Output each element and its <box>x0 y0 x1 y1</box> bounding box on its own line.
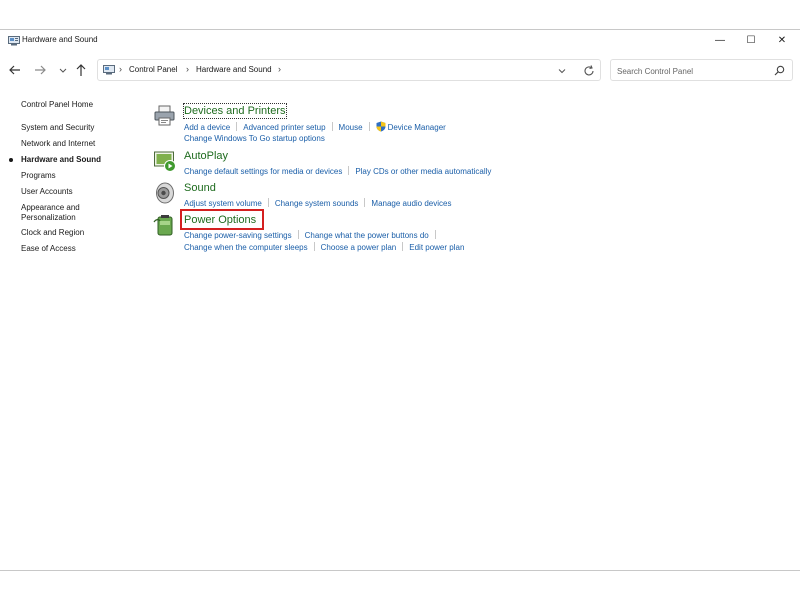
change-power-saving-settings-link[interactable]: Change power-saving settings <box>184 230 292 241</box>
control-panel-icon <box>8 36 20 46</box>
uac-shield-icon <box>376 121 386 132</box>
refresh-icon[interactable] <box>582 64 596 78</box>
forward-arrow-icon[interactable] <box>33 62 47 78</box>
sidebar-item-label: Hardware and Sound <box>21 155 102 164</box>
change-windows-to-go-startup-options-link[interactable]: Change Windows To Go startup options <box>184 133 325 144</box>
sidebar-item-control-panel-home[interactable]: Control Panel Home <box>21 100 93 110</box>
add-a-device-link[interactable]: Add a device <box>184 122 230 133</box>
play-cds-or-other-media-automatically-link[interactable]: Play CDs or other media automatically <box>355 166 491 177</box>
sidebar-item-hardware-and-sound[interactable]: Hardware and Sound <box>9 155 102 165</box>
search-icon[interactable] <box>774 65 785 76</box>
printer-icon <box>154 105 175 126</box>
sidebar-item-system-and-security[interactable]: System and Security <box>21 123 94 133</box>
device-manager-link[interactable]: Device Manager <box>388 122 446 133</box>
sidebar-item-user-accounts[interactable]: User Accounts <box>21 187 73 197</box>
close-button[interactable]: ✕ <box>769 32 795 50</box>
link-separator <box>313 242 315 251</box>
devices-and-printers-link[interactable]: Devices and Printers <box>183 103 287 119</box>
sidebar-item-appearance-and-personalization[interactable]: Appearance and <box>21 203 80 213</box>
manage-audio-devices-link[interactable]: Manage audio devices <box>371 198 451 209</box>
link-separator <box>267 198 269 207</box>
sidebar-item-clock-and-region[interactable]: Clock and Region <box>21 228 84 238</box>
devices-and-printers-links-row2: Change Windows To Go startup options <box>184 133 325 144</box>
search-box[interactable] <box>610 59 793 81</box>
navigation-bar: › Control Panel › Hardware and Sound › <box>0 58 800 82</box>
breadcrumb-control-panel[interactable]: Control Panel <box>129 65 177 74</box>
sidebar-item-appearance-and-personalization-line2[interactable]: Personalization <box>21 213 76 223</box>
sidebar-item-ease-of-access[interactable]: Ease of Access <box>21 244 76 254</box>
devices-and-printers-links-row1: Add a device Advanced printer setup Mouse D… <box>184 121 446 133</box>
breadcrumb-hardware-and-sound[interactable]: Hardware and Sound <box>196 65 272 74</box>
mouse-link[interactable]: Mouse <box>339 122 363 133</box>
search-input[interactable] <box>617 64 767 78</box>
window-title: Hardware and Sound <box>22 35 98 44</box>
address-dropdown-chevron-icon[interactable] <box>556 65 568 77</box>
autoplay-link[interactable]: AutoPlay <box>184 149 228 163</box>
change-what-the-power-buttons-do-link[interactable]: Change what the power buttons do <box>305 230 429 241</box>
up-arrow-icon[interactable] <box>74 62 88 78</box>
address-bar[interactable]: › Control Panel › Hardware and Sound › <box>97 59 601 81</box>
maximize-button[interactable]: ☐ <box>738 32 764 50</box>
link-separator <box>364 198 366 207</box>
sound-link[interactable]: Sound <box>184 181 216 195</box>
breadcrumb-chevron-icon[interactable]: › <box>119 64 122 74</box>
active-item-bullet <box>9 158 13 162</box>
breadcrumb-chevron-icon[interactable]: › <box>278 64 281 74</box>
change-default-settings-for-media-or-devices-link[interactable]: Change default settings for media or dev… <box>184 166 342 177</box>
power-options-links-row2: Change when the computer sleeps Choose a … <box>184 242 464 253</box>
minimize-button[interactable]: — <box>707 32 733 50</box>
edit-power-plan-link[interactable]: Edit power plan <box>409 242 464 253</box>
power-options-highlight <box>180 209 264 230</box>
control-panel-window: Hardware and Sound — ☐ ✕ › Control Panel… <box>0 29 800 571</box>
power-options-links-row1: Change power-saving settings Change what … <box>184 230 442 241</box>
advanced-printer-setup-link[interactable]: Advanced printer setup <box>243 122 325 133</box>
link-separator <box>331 122 333 131</box>
breadcrumb-chevron-icon[interactable]: › <box>186 64 189 74</box>
change-system-sounds-link[interactable]: Change system sounds <box>275 198 359 209</box>
link-separator <box>348 166 350 175</box>
back-arrow-icon[interactable] <box>8 62 22 78</box>
sidebar-item-programs[interactable]: Programs <box>21 171 56 181</box>
sidebar-item-network-and-internet[interactable]: Network and Internet <box>21 139 95 149</box>
control-panel-icon <box>103 65 115 75</box>
link-separator <box>402 242 404 251</box>
speaker-icon <box>156 182 174 204</box>
link-separator <box>434 230 436 239</box>
title-bar[interactable]: Hardware and Sound — ☐ ✕ <box>0 30 800 52</box>
autoplay-icon <box>154 151 176 172</box>
link-separator <box>236 122 238 131</box>
link-separator <box>297 230 299 239</box>
change-when-the-computer-sleeps-link[interactable]: Change when the computer sleeps <box>184 242 308 253</box>
choose-a-power-plan-link[interactable]: Choose a power plan <box>321 242 397 253</box>
link-separator <box>368 122 370 131</box>
battery-icon <box>153 215 173 236</box>
adjust-system-volume-link[interactable]: Adjust system volume <box>184 198 262 209</box>
autoplay-links-row1: Change default settings for media or dev… <box>184 166 491 177</box>
sound-links-row1: Adjust system volume Change system sounds… <box>184 198 451 209</box>
recent-locations-chevron-icon[interactable] <box>56 62 70 78</box>
